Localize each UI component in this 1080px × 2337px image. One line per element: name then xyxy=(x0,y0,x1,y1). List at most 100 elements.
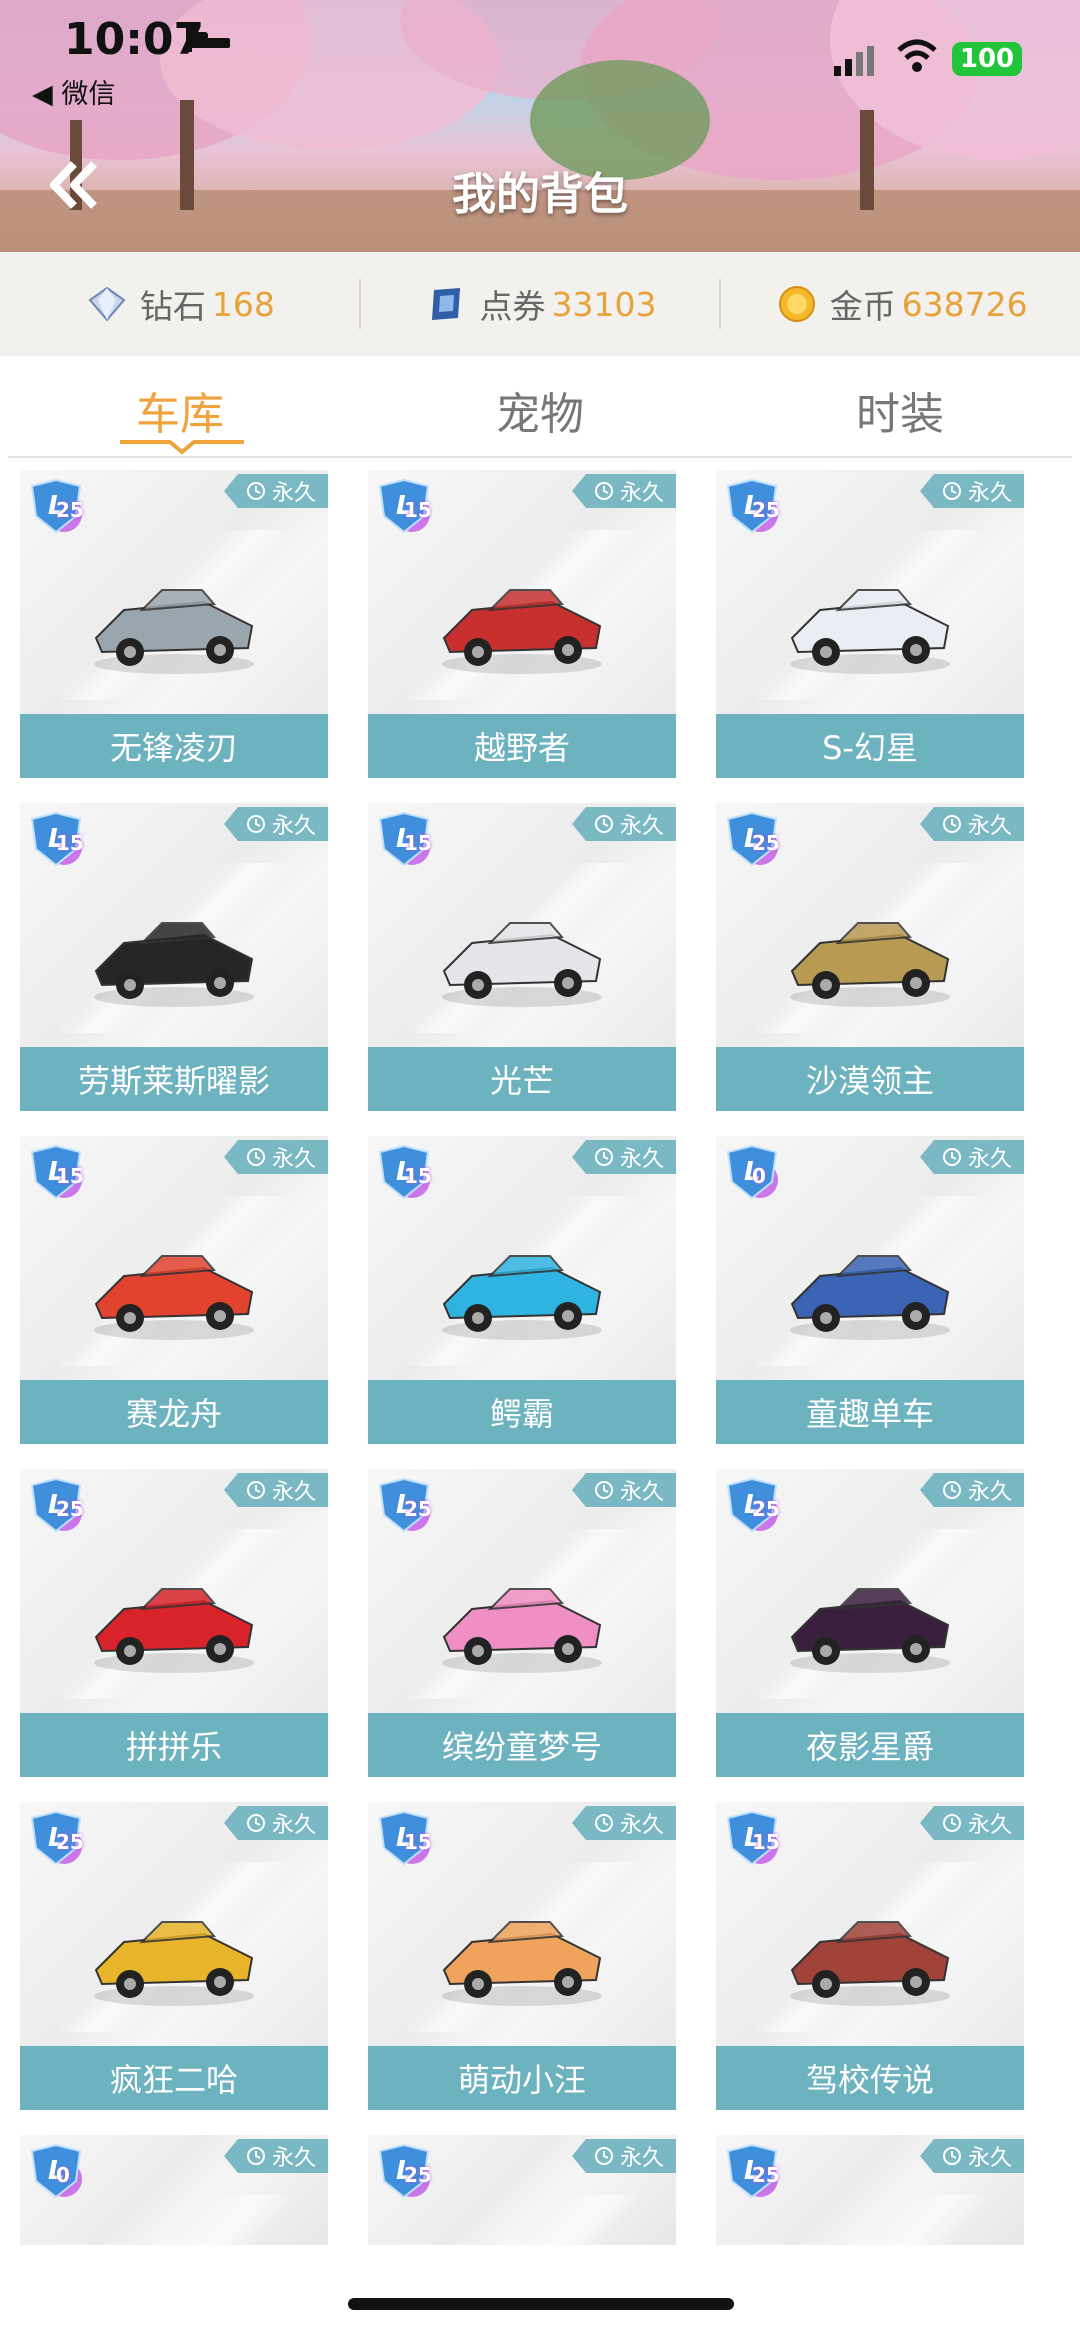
currency-diamond: 钻石 168 xyxy=(0,280,359,328)
level-number: 15 xyxy=(56,1164,84,1188)
vehicle-name: 萌动小汪 xyxy=(368,2046,676,2110)
cellular-signal-icon xyxy=(834,46,874,76)
permanent-label: 永久 xyxy=(619,2146,664,2171)
back-to-app[interactable]: ◀ 微信 xyxy=(32,72,115,111)
level-number: 25 xyxy=(56,1830,84,1854)
vehicle-card[interactable]: L 25 永久 无锋凌刃 xyxy=(20,470,328,778)
permanent-label: 永久 xyxy=(271,481,316,506)
clock-icon xyxy=(942,1481,961,1499)
permanent-label: 永久 xyxy=(619,481,664,506)
vehicle-card[interactable]: L 0 永久 童趣单车 xyxy=(716,1136,1024,1444)
voucher-icon xyxy=(431,288,460,320)
permanent-label: 永久 xyxy=(619,1480,664,1505)
vehicle-card[interactable]: L 25 永久 夜影星爵 xyxy=(716,1469,1024,1777)
vehicle-image-icon xyxy=(442,1255,602,1340)
level-number: 25 xyxy=(752,498,780,522)
permanent-label: 永久 xyxy=(619,814,664,839)
permanent-tag: 永久 xyxy=(223,1806,328,1840)
battery-indicator: 100 xyxy=(952,42,1022,76)
clock-icon xyxy=(942,1148,961,1166)
sleep-mode-icon xyxy=(186,28,230,52)
currency-label: 金币 xyxy=(829,287,896,326)
clock-icon xyxy=(942,1814,961,1832)
vehicle-image-icon xyxy=(94,1588,254,1673)
vehicle-card[interactable]: L 15 永久 鳄霸 xyxy=(368,1136,676,1444)
vehicle-name: 缤纷童梦号 xyxy=(368,1713,676,1777)
vehicle-name: 夜影星爵 xyxy=(716,1713,1024,1777)
vehicle-image-icon xyxy=(94,1255,254,1340)
permanent-label: 永久 xyxy=(271,1813,316,1838)
tab-fashion[interactable]: 时装 xyxy=(720,356,1080,458)
permanent-tag: 永久 xyxy=(919,1806,1024,1840)
vehicle-name: 驾校传说 xyxy=(716,2046,1024,2110)
level-number: 15 xyxy=(752,1830,780,1854)
permanent-label: 永久 xyxy=(271,2146,316,2171)
clock-icon xyxy=(594,1814,613,1832)
level-number: 15 xyxy=(404,831,432,855)
permanent-tag: 永久 xyxy=(223,1473,328,1507)
permanent-label: 永久 xyxy=(271,1480,316,1505)
clock-icon xyxy=(594,1148,613,1166)
clock-icon xyxy=(942,482,961,500)
permanent-label: 永久 xyxy=(619,1147,664,1172)
level-number: 25 xyxy=(56,498,84,522)
vehicle-card[interactable]: L 25 永久 xyxy=(368,2135,676,2245)
currency-bar: 钻石 168 点券 33103 金币 638726 xyxy=(0,252,1080,356)
vehicle-card[interactable]: L 15 永久 赛龙舟 xyxy=(20,1136,328,1444)
vehicle-image-icon xyxy=(442,922,602,1007)
home-indicator[interactable] xyxy=(348,2298,734,2310)
currency-value: 638726 xyxy=(901,284,1028,324)
level-number: 15 xyxy=(404,498,432,522)
vehicle-name: 越野者 xyxy=(368,714,676,778)
vehicle-card[interactable]: L 25 永久 缤纷童梦号 xyxy=(368,1469,676,1777)
vehicle-card[interactable]: L 25 永久 拼拼乐 xyxy=(20,1469,328,1777)
clock-icon xyxy=(594,815,613,833)
currency-label: 钻石 xyxy=(139,287,206,326)
vehicle-name: 赛龙舟 xyxy=(20,1380,328,1444)
gold-coin-icon xyxy=(778,286,815,322)
vehicle-image-icon xyxy=(790,1255,950,1340)
clock-icon xyxy=(594,1481,613,1499)
clock-icon xyxy=(594,2147,613,2165)
vehicle-card[interactable]: L 25 永久 xyxy=(716,2135,1024,2245)
vehicle-card[interactable]: L 15 永久 驾校传说 xyxy=(716,1802,1024,2110)
level-number: 25 xyxy=(752,2163,780,2187)
clock-icon xyxy=(942,2147,961,2165)
vehicle-card[interactable]: L 25 永久 S-幻星 xyxy=(716,470,1024,778)
vehicle-image-icon xyxy=(94,589,254,674)
permanent-label: 永久 xyxy=(967,1147,1012,1172)
permanent-label: 永久 xyxy=(967,481,1012,506)
vehicle-card[interactable]: L 15 永久 越野者 xyxy=(368,470,676,778)
level-number: 0 xyxy=(56,2163,70,2187)
level-number: 15 xyxy=(404,1830,432,1854)
permanent-tag: 永久 xyxy=(919,1473,1024,1507)
clock-icon xyxy=(942,815,961,833)
vehicle-card[interactable]: L 25 永久 疯狂二哈 xyxy=(20,1802,328,2110)
vehicle-card[interactable]: L 15 永久 萌动小汪 xyxy=(368,1802,676,2110)
permanent-tag: 永久 xyxy=(571,2139,676,2173)
currency-coin: 金币 638726 xyxy=(721,280,1080,328)
level-number: 15 xyxy=(56,831,84,855)
permanent-tag: 永久 xyxy=(223,2139,328,2173)
vehicle-card[interactable]: L 0 永久 xyxy=(20,2135,328,2245)
tab-pets[interactable]: 宠物 xyxy=(360,356,720,458)
clock-icon xyxy=(594,482,613,500)
clock-icon xyxy=(246,815,265,833)
permanent-tag: 永久 xyxy=(223,474,328,508)
permanent-label: 永久 xyxy=(271,814,316,839)
vehicle-image-icon xyxy=(94,922,254,1007)
vehicle-name: 沙漠领主 xyxy=(716,1047,1024,1111)
permanent-tag: 永久 xyxy=(223,1140,328,1174)
clock-icon xyxy=(246,2147,265,2165)
clock-icon xyxy=(246,482,265,500)
permanent-tag: 永久 xyxy=(571,474,676,508)
permanent-tag: 永久 xyxy=(571,1473,676,1507)
level-number: 25 xyxy=(404,1497,432,1521)
page-title: 我的背包 xyxy=(452,169,628,220)
vehicle-card[interactable]: L 15 永久 劳斯莱斯曜影 xyxy=(20,803,328,1111)
vehicle-card[interactable]: L 15 永久 光芒 xyxy=(368,803,676,1111)
permanent-tag: 永久 xyxy=(919,807,1024,841)
clock-icon xyxy=(246,1814,265,1832)
currency-label: 点券 xyxy=(479,287,546,326)
vehicle-card[interactable]: L 25 永久 沙漠领主 xyxy=(716,803,1024,1111)
